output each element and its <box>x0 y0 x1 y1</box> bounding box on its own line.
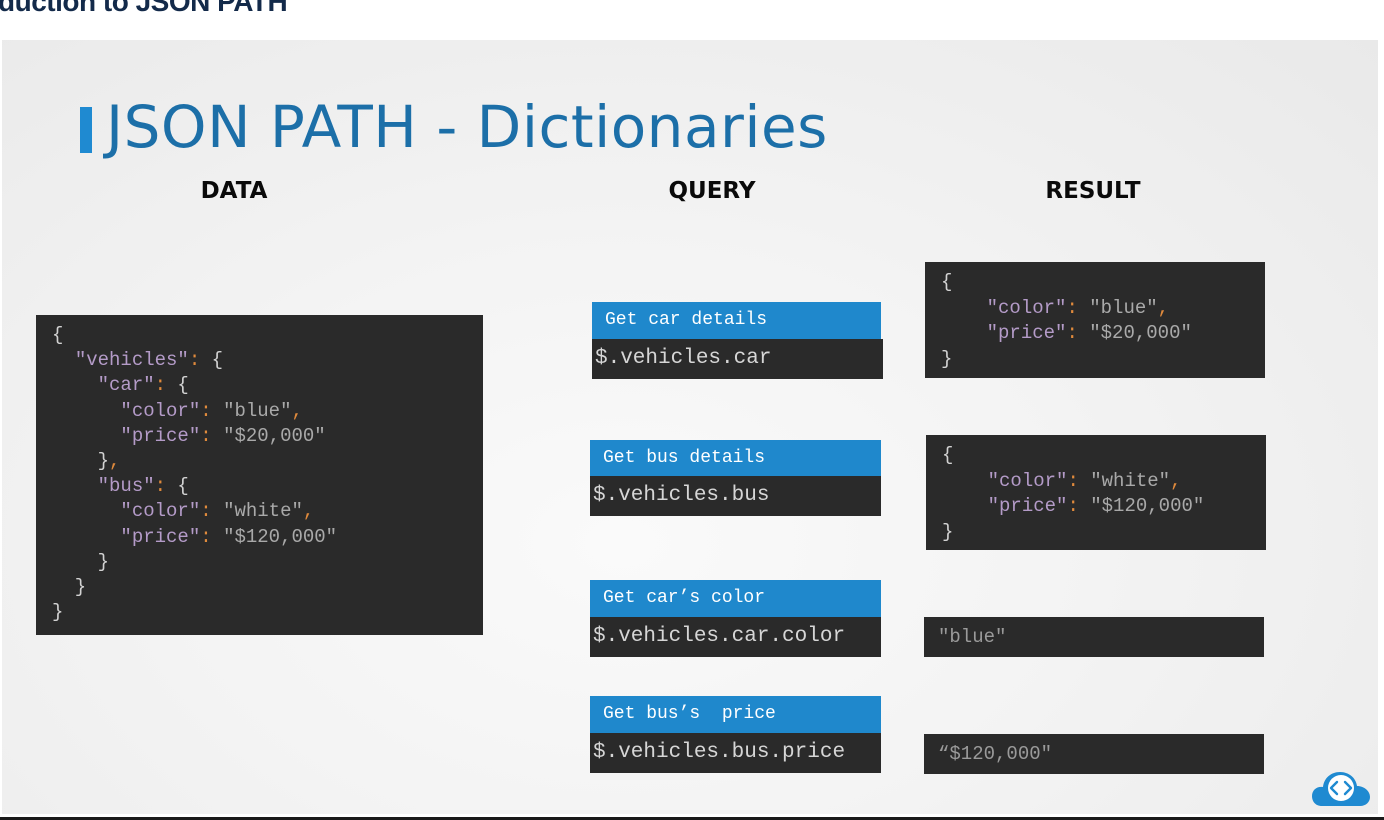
slide: JSON PATH - Dictionaries DATA QUERY RESU… <box>2 40 1378 814</box>
column-header-result: RESULT <box>1045 178 1141 204</box>
app-header: duction to JSON PATH <box>0 0 1384 40</box>
result-bus-price: “$120,000" <box>924 734 1264 774</box>
code-key-price: "price" <box>120 424 201 447</box>
result-value-price: "$120,000" <box>1090 495 1205 517</box>
result-key-color: "color" <box>986 296 1067 319</box>
code-cloud-icon <box>1312 772 1370 806</box>
result-car-color: "blue" <box>924 617 1264 657</box>
query-expr-bus-details: $.vehicles.bus <box>590 476 881 516</box>
code-key-vehicles: "vehicles" <box>74 349 189 372</box>
data-code-block: { "vehicles": { "car": { "color": "blue"… <box>36 315 483 635</box>
result-bus-details: { "color": "white", "price": "$120,000" … <box>926 435 1266 550</box>
result-value-color: "white" <box>1090 469 1171 492</box>
slide-title: JSON PATH - Dictionaries <box>80 92 828 162</box>
column-header-data: DATA <box>200 178 268 204</box>
column-header-query: QUERY <box>668 178 756 204</box>
query-label-car-details: Get car details <box>592 302 881 339</box>
result-key-price: "price" <box>986 322 1067 344</box>
result-value-color: "blue" <box>1089 296 1158 319</box>
code-value-bus-price: "$120,000" <box>223 525 338 548</box>
query-label-bus-price: Get bus’s price <box>590 696 881 733</box>
page-title: duction to JSON PATH <box>0 0 288 17</box>
result-car-details: { "color": "blue", "price": "$20,000" } <box>925 262 1265 378</box>
code-key-color: "color" <box>120 399 201 422</box>
query-expr-car-color: $.vehicles.car.color <box>590 617 881 657</box>
result-value-price: "$20,000" <box>1089 322 1192 344</box>
slide-title-text: JSON PATH - Dictionaries <box>106 93 828 161</box>
code-key-color: "color" <box>120 500 201 523</box>
title-accent-bar <box>80 107 92 153</box>
query-expr-bus-price: $.vehicles.bus.price <box>590 733 881 773</box>
result-key-color: "color" <box>987 469 1068 492</box>
code-value-car-price: "$20,000" <box>223 424 326 447</box>
query-label-car-color: Get car’s color <box>590 580 881 617</box>
code-key-bus: "bus" <box>97 475 155 498</box>
code-key-price: "price" <box>120 525 201 548</box>
code-brace: { <box>52 324 64 346</box>
code-key-car: "car" <box>97 374 155 397</box>
code-value-car-color: "blue" <box>223 399 292 422</box>
query-expr-car-details: $.vehicles.car <box>592 339 883 379</box>
query-label-bus-details: Get bus details <box>590 440 881 477</box>
code-value-bus-color: "white" <box>223 500 303 523</box>
result-key-price: "price" <box>987 495 1068 517</box>
